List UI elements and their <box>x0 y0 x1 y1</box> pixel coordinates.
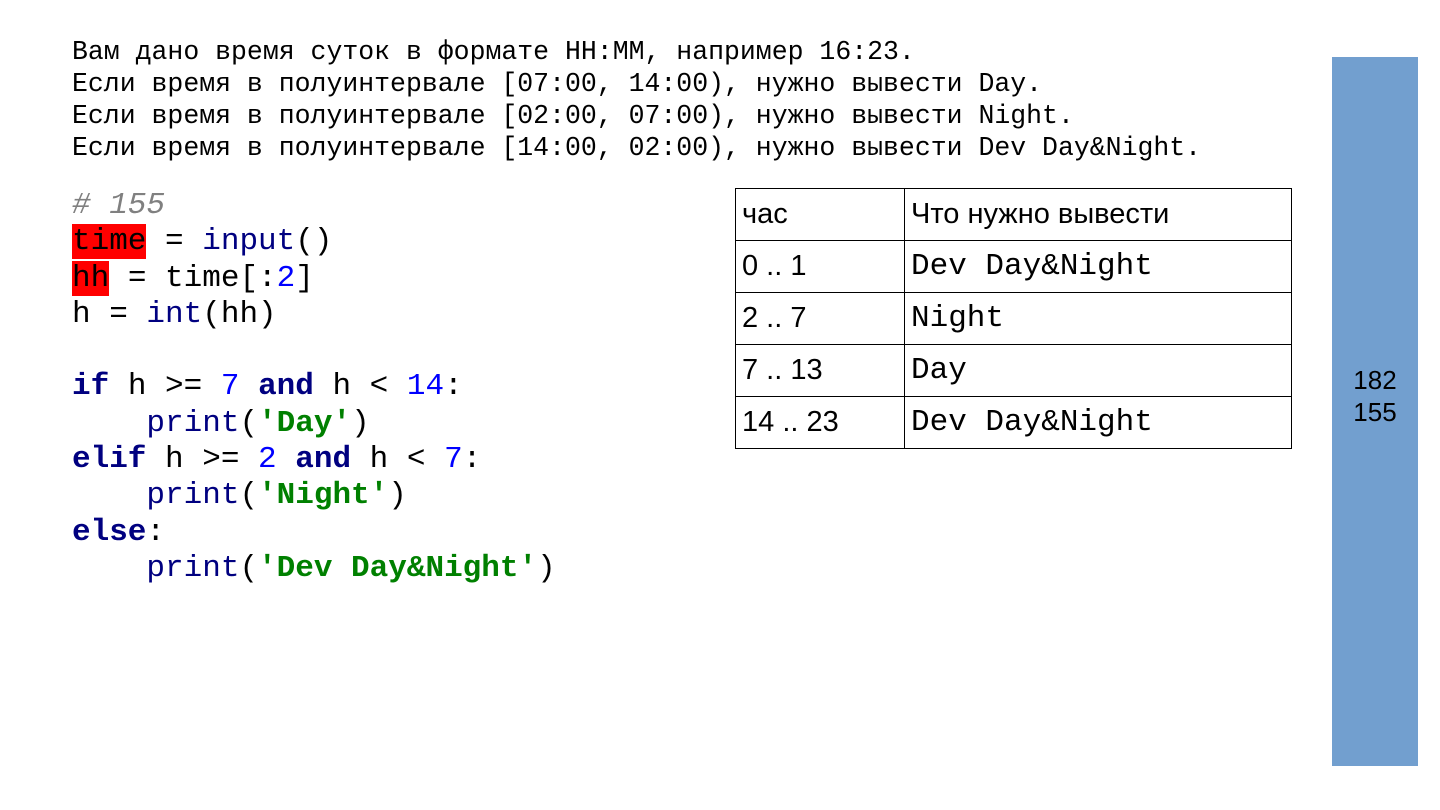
task-line: Если время в полуинтервале [14:00, 02:00… <box>72 133 1202 163</box>
highlighted-variable: hh <box>72 260 110 296</box>
code-line-elif: elif h >= 2 and h < 7: <box>72 442 482 478</box>
code-line-print-night: print('Night') <box>146 478 407 514</box>
table-row: 14 .. 23 Dev Day&Night <box>735 396 1292 449</box>
table-row: 2 .. 7 Night <box>735 292 1292 345</box>
code-line-comment: # 155 <box>72 188 556 224</box>
side-number: 182 <box>1353 365 1397 395</box>
table-cell-hour: 0 .. 1 <box>735 240 905 293</box>
code-line-slice: hh = time[:2] <box>72 260 314 296</box>
table-cell-output: Dev Day&Night <box>904 396 1292 449</box>
table-row: 0 .. 1 Dev Day&Night <box>735 240 1292 293</box>
table-cell-output: Dev Day&Night <box>904 240 1292 293</box>
task-description: Вам дано время суток в формате HH:MM, на… <box>72 36 1201 164</box>
highlighted-variable: time <box>72 224 147 260</box>
code-line-print-day: print('Day') <box>146 405 370 441</box>
table-header-row: час Что нужно вывести <box>735 188 1292 241</box>
code-line-print-both: print('Dev Day&Night') <box>146 550 556 586</box>
code-block: # 155 time = input() hh = time[:2] h = i… <box>72 188 556 587</box>
table-cell-output: Night <box>904 292 1292 345</box>
table-cell-output: Day <box>904 344 1292 397</box>
code-function: int <box>146 296 203 332</box>
table-cell-hour: 7 .. 13 <box>735 344 905 397</box>
side-panel: 182 155 <box>1332 57 1418 766</box>
answer-table: час Что нужно вывести 0 .. 1 Dev Day&Nig… <box>735 188 1292 449</box>
code-function: input <box>202 224 296 260</box>
table-row: 7 .. 13 Day <box>735 344 1292 397</box>
side-panel-numbers: 182 155 <box>1332 364 1418 428</box>
code-comment: # 155 <box>72 188 166 223</box>
code-line-int: h = int(hh) <box>72 296 277 332</box>
code-number: 2 <box>276 260 296 296</box>
table-header-output: Что нужно вывести <box>904 188 1292 241</box>
code-line-else: else: <box>72 514 166 550</box>
table-cell-hour: 2 .. 7 <box>735 292 905 345</box>
task-line: Если время в полуинтервале [02:00, 07:00… <box>72 101 1074 131</box>
table-header-hour: час <box>735 188 905 241</box>
task-line: Если время в полуинтервале [07:00, 14:00… <box>72 69 1043 99</box>
code-line-if: if h >= 7 and h < 14: <box>72 369 463 405</box>
side-number: 155 <box>1353 397 1397 427</box>
task-line: Вам дано время суток в формате HH:MM, на… <box>72 37 915 67</box>
code-line-input: time = input() <box>72 224 333 260</box>
table-cell-hour: 14 .. 23 <box>735 396 905 449</box>
